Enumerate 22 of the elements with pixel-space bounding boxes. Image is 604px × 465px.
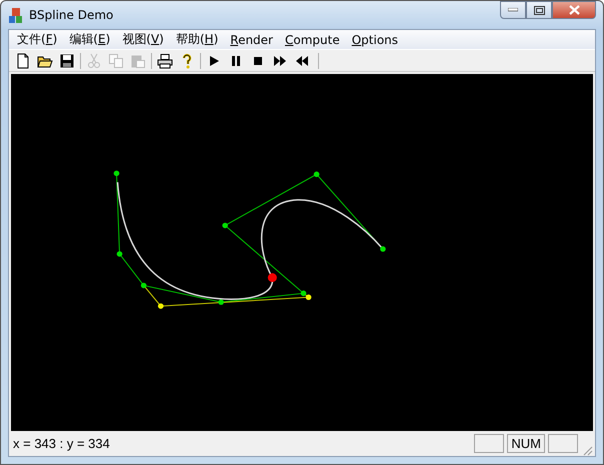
close-button[interactable] [552, 1, 596, 19]
menu-item[interactable]: 帮助(H) [170, 30, 224, 49]
minimize-button[interactable] [500, 1, 526, 19]
minimize-icon [508, 8, 518, 12]
resize-grip-icon [581, 444, 593, 456]
maximize-icon [534, 6, 544, 14]
status-pane [548, 434, 578, 453]
menu-item[interactable]: 视图(V) [116, 30, 170, 49]
app-icon [8, 6, 24, 24]
new-file-icon[interactable] [15, 52, 31, 68]
cursor-coordinates: x = 343 : y = 334 [13, 436, 111, 451]
close-icon [568, 5, 580, 15]
menu-item[interactable]: Options [346, 32, 404, 48]
menu-item[interactable]: 文件(F) [11, 30, 64, 49]
menu-item[interactable]: Render [224, 32, 279, 48]
printer-icon[interactable] [157, 52, 173, 68]
num-lock-indicator: NUM [507, 434, 545, 453]
maximize-button[interactable] [526, 1, 552, 19]
status-pane [474, 434, 504, 453]
menu-item[interactable]: 编辑(E) [63, 30, 116, 49]
window-title: BSpline Demo [29, 8, 114, 22]
menu-item[interactable]: Compute [278, 32, 346, 48]
